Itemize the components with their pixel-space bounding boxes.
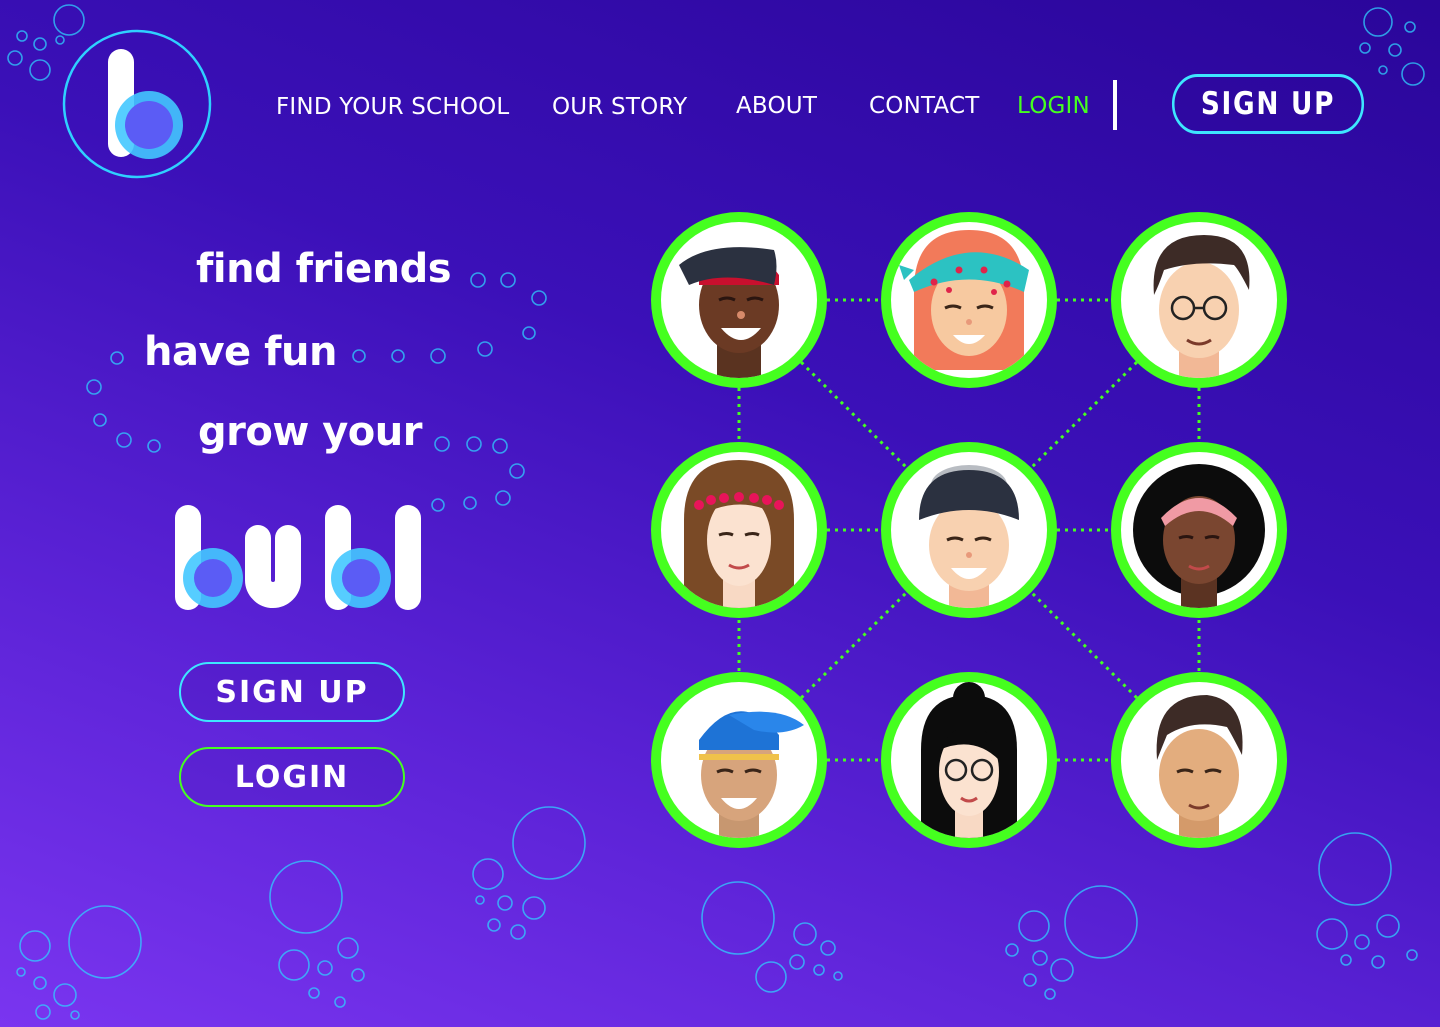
nav-divider	[1113, 80, 1117, 130]
girl-with-bun-and-glasses-avatar[interactable]	[881, 672, 1057, 850]
girl-with-flower-crown-avatar[interactable]	[651, 442, 827, 620]
friends-network	[651, 212, 1287, 850]
boy-with-glasses-avatar[interactable]	[1111, 212, 1287, 388]
bubl-wordmark	[175, 505, 421, 610]
boy-with-quiff-avatar[interactable]	[1111, 672, 1287, 850]
bubl-logo[interactable]	[62, 29, 212, 179]
nav-signup-button[interactable]: SIGN UP	[1171, 74, 1365, 134]
landing-page: FIND YOUR SCHOOL OUR STORY ABOUT CONTACT…	[0, 0, 1440, 1027]
tagline-grow-your: grow your	[198, 409, 422, 455]
nav-find-your-school[interactable]: FIND YOUR SCHOOL	[276, 94, 509, 120]
nav-login-link[interactable]: LOGIN	[1017, 93, 1090, 119]
hero-signup-button[interactable]: SIGN UP	[179, 662, 405, 722]
hero-login-button[interactable]: LOGIN	[179, 747, 405, 807]
nav-contact[interactable]: CONTACT	[869, 93, 979, 119]
tagline-find-friends: find friends	[196, 246, 452, 292]
tagline-have-fun: have fun	[144, 329, 337, 375]
boy-with-blue-cap-avatar[interactable]	[651, 672, 827, 850]
girl-with-headband-avatar[interactable]	[1111, 442, 1287, 620]
nav-our-story[interactable]: OUR STORY	[552, 94, 687, 120]
girl-with-bandana-avatar[interactable]	[881, 212, 1057, 388]
nav-about[interactable]: ABOUT	[736, 93, 817, 119]
boy-with-beanie-avatar[interactable]	[881, 442, 1057, 620]
